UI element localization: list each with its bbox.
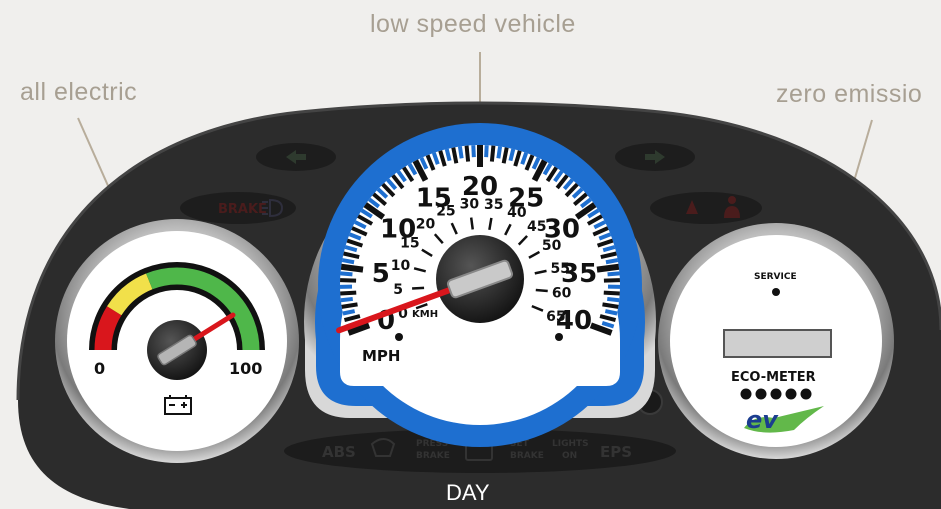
speedometer-tick — [596, 263, 620, 273]
speedometer-tick — [484, 145, 489, 158]
speedometer-tick — [342, 309, 356, 316]
speedometer-tick — [603, 278, 620, 283]
speedometer-tick — [341, 258, 355, 265]
speedometer-tick — [603, 290, 620, 296]
speedometer-tick — [340, 278, 357, 283]
kmh-label: 20 — [416, 217, 436, 233]
eco-meter-dot — [740, 388, 752, 400]
set-brake-line2: BRAKE — [510, 451, 544, 461]
speedometer-tick — [457, 146, 464, 159]
speedometer-tick — [602, 302, 619, 309]
dashboard-cluster: BRAKE ABS EPS PRESS BRAKE SET BRAKE LIGH… — [16, 52, 941, 509]
kmh-label: 25 — [436, 203, 455, 219]
brand-suffix: LTD — [488, 393, 498, 399]
kmh-label: 40 — [507, 205, 527, 221]
eco-meter-display — [723, 329, 832, 358]
kmh-label: 5 — [393, 282, 403, 298]
lights-on-line2: ON — [562, 451, 577, 461]
speedometer-tick — [464, 145, 471, 162]
speedometer-tick — [607, 271, 620, 277]
eco-meter-dot — [755, 388, 767, 400]
mph-label: 5 — [372, 259, 390, 289]
kmh-label: 50 — [542, 238, 562, 254]
speedometer-tick — [496, 146, 503, 159]
battery-max-label: 100 — [229, 359, 262, 378]
abs-indicator: ABS — [322, 443, 356, 461]
kmh-unit-label: KMH — [412, 309, 438, 320]
speedometer-tick — [471, 145, 476, 158]
speedometer-tick — [341, 302, 358, 309]
kmh-label: 65 — [546, 309, 565, 325]
right-warning-panel — [650, 192, 762, 224]
mph-zero-dot — [395, 333, 403, 341]
service-indicator-dot — [772, 288, 780, 296]
speedometer-tick — [489, 145, 496, 162]
mode-label: DAY — [446, 480, 490, 505]
speedometer-tick — [605, 258, 619, 265]
eco-meter-dot — [770, 388, 782, 400]
kmh-tick — [412, 286, 425, 290]
kmh-label: 15 — [400, 235, 419, 251]
brand-logo: SIMCO — [453, 390, 486, 400]
kmh-tick — [469, 217, 474, 230]
speedometer-tick — [444, 148, 452, 162]
lights-on-line1: LIGHTS — [552, 439, 589, 449]
speedometer-tick — [340, 271, 353, 277]
mph-unit-label: MPH — [362, 347, 400, 365]
kmh-tick — [535, 288, 548, 293]
battery-gauge: 0 100 — [55, 219, 299, 463]
brake-indicator-label: BRAKE — [218, 202, 267, 217]
press-brake-line2: BRAKE — [416, 451, 450, 461]
speedometer-tick — [340, 263, 364, 273]
speedometer-tick — [340, 296, 353, 303]
speedometer-tick — [508, 148, 516, 162]
kmh-label: 45 — [527, 219, 546, 235]
eps-indicator: EPS — [600, 443, 632, 461]
ev-logo-text: ev — [746, 406, 779, 434]
eco-meter-dot — [785, 388, 797, 400]
speedometer-tick — [340, 290, 357, 296]
kmh-label: 10 — [391, 258, 411, 274]
service-label: SERVICE — [754, 272, 797, 282]
eco-meter-dot — [800, 388, 812, 400]
kmh-label: 35 — [484, 197, 503, 213]
kmh-label: 55 — [550, 261, 569, 277]
kmh-label: 60 — [552, 285, 572, 301]
speedometer-tick — [607, 296, 620, 303]
kmh-label: 30 — [460, 197, 480, 213]
eco-meter-gauge: SERVICE ECO-METER ev — [658, 223, 894, 459]
speedometer-tick — [604, 309, 618, 316]
mph-max-dot — [555, 333, 563, 341]
battery-min-label: 0 — [94, 359, 105, 378]
eco-meter-label: ECO-METER — [731, 370, 816, 385]
